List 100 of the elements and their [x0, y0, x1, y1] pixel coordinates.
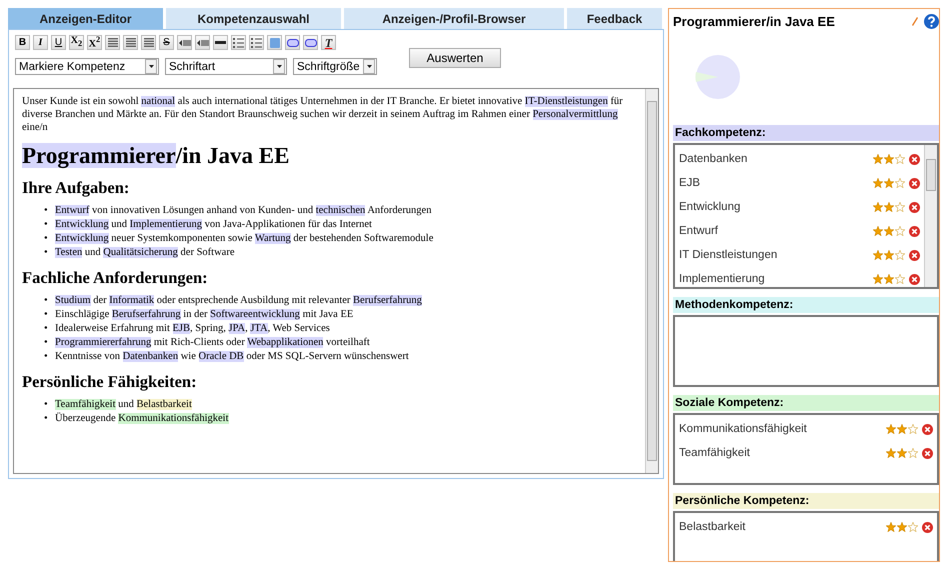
- star-rating[interactable]: [873, 274, 905, 284]
- star-rating[interactable]: [886, 424, 918, 434]
- scrollbar[interactable]: [924, 145, 937, 287]
- ordered-list-button[interactable]: [231, 35, 246, 50]
- caret-icon: [148, 65, 154, 68]
- competence-name: Belastbarkeit: [679, 521, 746, 533]
- align-center-button[interactable]: [123, 35, 138, 50]
- star-icon[interactable]: [873, 154, 883, 164]
- clear-button[interactable]: T: [321, 35, 336, 50]
- star-icon[interactable]: [884, 226, 894, 236]
- section-header: Persönliche Kompetenz:: [673, 493, 939, 509]
- sub-button[interactable]: X$_{2}$: [69, 35, 84, 50]
- star-icon[interactable]: [884, 202, 894, 212]
- list-item: Testen und Qualitätsicherung der Software: [55, 246, 234, 260]
- indent-button[interactable]: [177, 35, 192, 50]
- image-icon: [270, 38, 280, 48]
- star-icon[interactable]: [873, 202, 883, 212]
- align-right-button[interactable]: [141, 35, 156, 50]
- bullet: •: [44, 218, 49, 232]
- outdent-button[interactable]: [195, 35, 210, 50]
- list-item: Entwicklung und Implementierung von Java-Applikationen für das Internet: [55, 218, 372, 232]
- star-icon[interactable]: [908, 522, 918, 532]
- star-icon[interactable]: [897, 522, 907, 532]
- section-heading: Persönliche Fähigkeiten:: [22, 372, 198, 392]
- star-icon[interactable]: [895, 274, 905, 284]
- section-header: Soziale Kompetenz:: [673, 395, 939, 411]
- remove-icon[interactable]: [922, 522, 933, 532]
- pencil-icon[interactable]: [912, 16, 918, 26]
- bullet: •: [44, 336, 49, 350]
- remove-icon[interactable]: [909, 274, 920, 284]
- remove-icon[interactable]: [922, 424, 933, 434]
- competence-name: Datenbanken: [679, 153, 748, 165]
- section-heading: Ihre Aufgaben:: [22, 178, 130, 198]
- rule-button[interactable]: [213, 35, 228, 50]
- star-rating[interactable]: [873, 178, 905, 188]
- star-icon[interactable]: [908, 424, 918, 434]
- competence-name: Entwurf: [679, 225, 719, 237]
- bullet-list-button[interactable]: [249, 35, 264, 50]
- document-heading: Programmierer/in Java EE: [22, 142, 290, 170]
- paragraph: Unser Kunde ist ein sowohl national als auch international tätiges Unternehmen in der IT Branche. Er bietet innovative IT-Dienstleistungen für diverse Branchen und Märkte an. Für den Standort Braunschweig suchen wir derzeit in seinem Auftrag im Rahmen einer Personalvermittlung eine/n: [22, 95, 624, 134]
- star-icon[interactable]: [873, 274, 883, 284]
- remove-icon[interactable]: [909, 154, 920, 164]
- star-rating[interactable]: [873, 202, 905, 212]
- star-icon[interactable]: [873, 250, 883, 260]
- dropdown[interactable]: Markiere Kompetenz: [15, 58, 159, 75]
- help-icon[interactable]: [924, 14, 939, 28]
- star-rating[interactable]: [886, 448, 918, 458]
- unlink-button[interactable]: [303, 35, 318, 50]
- competence-name: Kommunikationsfähigkeit: [679, 423, 808, 435]
- bullet: •: [44, 350, 49, 364]
- star-icon[interactable]: [895, 226, 905, 236]
- star-icon[interactable]: [884, 274, 894, 284]
- star-icon[interactable]: [908, 448, 918, 458]
- star-rating[interactable]: [873, 226, 905, 236]
- remove-icon[interactable]: [922, 448, 933, 458]
- star-icon[interactable]: [897, 424, 907, 434]
- strike-button[interactable]: S: [159, 35, 174, 50]
- scrollbar[interactable]: [645, 89, 658, 473]
- star-icon[interactable]: [886, 424, 896, 434]
- star-icon[interactable]: [873, 178, 883, 188]
- list-item: Kenntnisse von Datenbanken wie Oracle DB oder MS SQL-Servern wünschenswert: [55, 350, 409, 364]
- italic-button[interactable]: I: [33, 35, 48, 50]
- remove-icon[interactable]: [909, 178, 920, 188]
- link-icon: [304, 38, 316, 46]
- star-icon[interactable]: [884, 178, 894, 188]
- bold-button[interactable]: B: [15, 35, 30, 50]
- underline-button[interactable]: U: [51, 35, 66, 50]
- document-area[interactable]: [13, 88, 659, 474]
- list-item: Überzeugende Kommunikationsfähigkeit: [55, 412, 229, 426]
- star-rating[interactable]: [886, 522, 918, 532]
- star-icon[interactable]: [895, 178, 905, 188]
- caret-icon: [276, 65, 282, 68]
- star-rating[interactable]: [873, 154, 905, 164]
- link-button[interactable]: [285, 35, 300, 50]
- dropdown[interactable]: Schriftart: [165, 58, 287, 75]
- list-item: Einschlägige Berufserfahrung in der Softwareentwicklung mit Java EE: [55, 308, 354, 322]
- tab[interactable]: Kompetenzauswahl: [166, 8, 341, 29]
- star-icon[interactable]: [886, 448, 896, 458]
- remove-icon[interactable]: [909, 250, 920, 260]
- sup-button[interactable]: X$^{2}$: [87, 35, 102, 50]
- star-rating[interactable]: [873, 250, 905, 260]
- align-left-button[interactable]: [105, 35, 120, 50]
- tab[interactable]: Anzeigen-/Profil-Browser: [344, 8, 564, 29]
- remove-icon[interactable]: [909, 202, 920, 212]
- bullet: •: [44, 412, 49, 426]
- tab[interactable]: Anzeigen-Editor: [8, 8, 163, 29]
- dropdown[interactable]: Schriftgröße: [293, 58, 377, 75]
- star-icon[interactable]: [895, 154, 905, 164]
- tab[interactable]: Feedback: [567, 8, 662, 29]
- star-icon[interactable]: [886, 522, 896, 532]
- star-icon[interactable]: [897, 448, 907, 458]
- caret-icon: [366, 65, 372, 68]
- remove-icon[interactable]: [909, 226, 920, 236]
- star-icon[interactable]: [884, 154, 894, 164]
- star-icon[interactable]: [895, 202, 905, 212]
- star-icon[interactable]: [895, 250, 905, 260]
- star-icon[interactable]: [884, 250, 894, 260]
- profile-title: Programmierer/in Java EE: [673, 14, 836, 28]
- evaluate-button[interactable]: Auswerten: [409, 48, 501, 68]
- star-icon[interactable]: [873, 226, 883, 236]
